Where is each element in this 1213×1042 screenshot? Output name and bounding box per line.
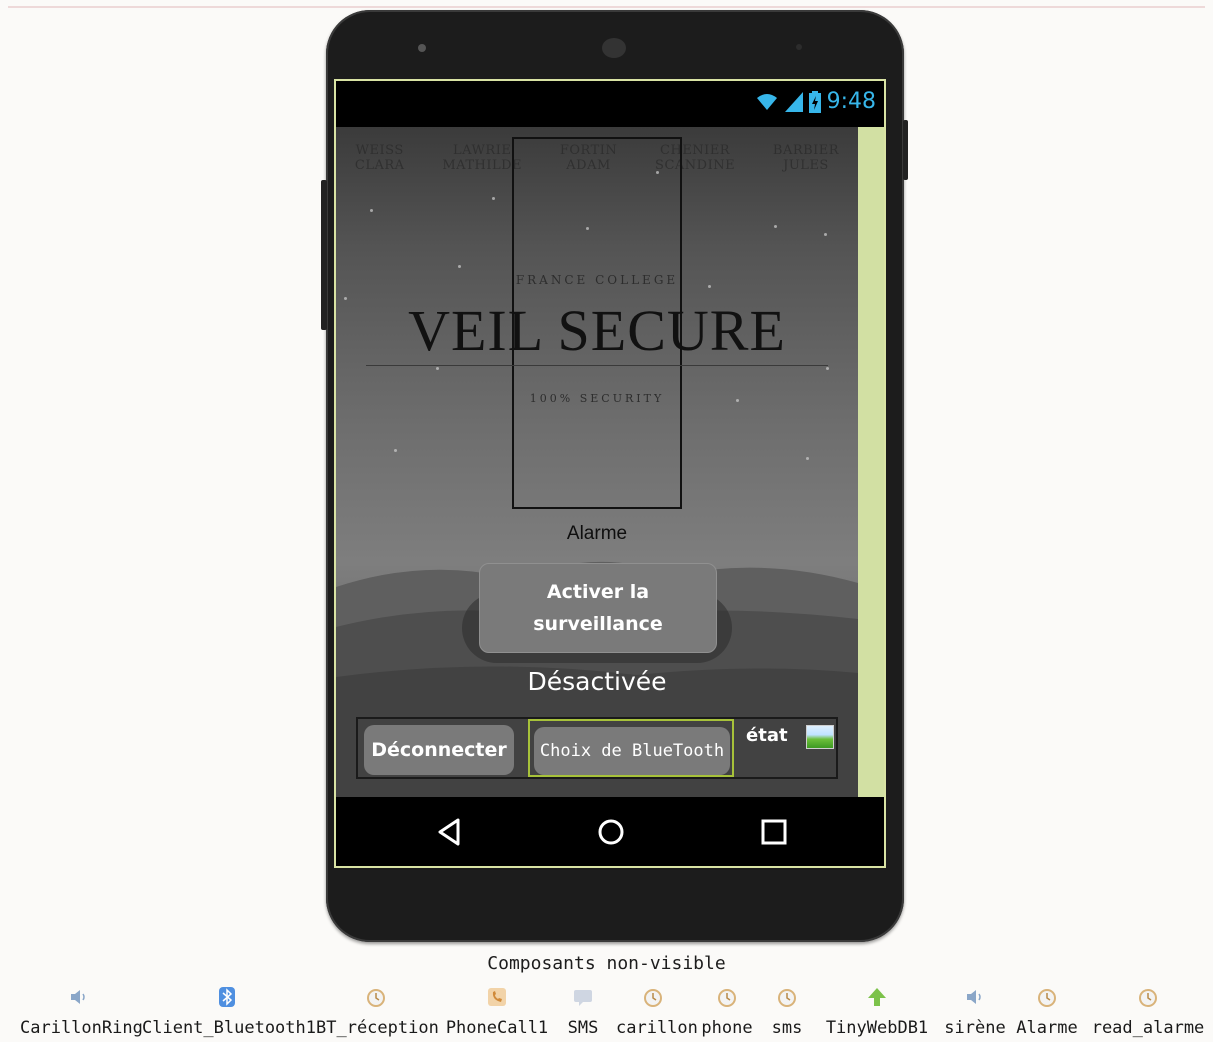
status-icons: 9:48 bbox=[755, 89, 876, 114]
navigation-bar bbox=[336, 797, 884, 866]
back-icon[interactable] bbox=[436, 817, 462, 847]
component-client-bluetooth1[interactable]: Client_Bluetooth1 bbox=[142, 986, 316, 1038]
surveillance-state-text: Désactivée bbox=[527, 667, 667, 696]
background-star bbox=[370, 209, 373, 212]
component-bt-reception[interactable]: BT_réception bbox=[316, 986, 439, 1038]
component-sirene[interactable]: sirène bbox=[944, 986, 1006, 1038]
clock-icon bbox=[718, 989, 736, 1007]
speaker-icon bbox=[967, 990, 981, 1004]
background-star bbox=[492, 197, 495, 200]
bluetooth-icon bbox=[219, 987, 235, 1007]
name-label: BARBIER JULES bbox=[772, 143, 840, 173]
signal-icon bbox=[784, 91, 803, 112]
background-star bbox=[826, 367, 829, 370]
component-carillon[interactable]: carillon bbox=[616, 986, 698, 1038]
logo-title: VEIL SECURE bbox=[408, 298, 786, 363]
app-screen: WEISS CLARA LAWRIE MATHILDE FORTIN ADAM CHE… bbox=[336, 127, 858, 797]
battery-icon bbox=[808, 90, 821, 113]
logo-tagline: 100% SECURITY bbox=[529, 392, 665, 405]
earpiece bbox=[602, 38, 626, 58]
state-image-icon bbox=[806, 725, 834, 749]
home-icon[interactable] bbox=[596, 817, 626, 847]
non-visible-components-list: CarillonRing Client_Bluetooth1 BT_récept… bbox=[20, 986, 1213, 1042]
clock-icon bbox=[367, 989, 385, 1007]
activate-surveillance-button[interactable]: Activer la surveillance bbox=[479, 563, 717, 653]
component-sms-clock[interactable]: sms bbox=[762, 986, 812, 1038]
top-divider bbox=[8, 6, 1205, 8]
name-label: WEISS CLARA bbox=[354, 143, 405, 173]
bluetooth-picker-frame: Choix de BlueTooth bbox=[528, 719, 734, 777]
clock-icon bbox=[778, 989, 796, 1007]
alarm-label: Alarme bbox=[566, 523, 628, 544]
background-star bbox=[394, 449, 397, 452]
status-time: 9:48 bbox=[826, 89, 876, 114]
background-star bbox=[458, 265, 461, 268]
component-phonecall1[interactable]: PhoneCall1 bbox=[444, 986, 550, 1038]
phone-icon bbox=[488, 988, 506, 1006]
sensor bbox=[796, 44, 802, 50]
logo-divider bbox=[366, 365, 828, 366]
component-phone[interactable]: phone bbox=[698, 986, 756, 1038]
component-sms[interactable]: SMS bbox=[558, 986, 608, 1038]
screen-scroll-strip bbox=[858, 127, 884, 797]
component-alarme[interactable]: Alarme bbox=[1012, 986, 1082, 1038]
bluetooth-row: Déconnecter Choix de BlueTooth état bbox=[356, 717, 838, 779]
disconnect-button[interactable]: Déconnecter bbox=[364, 725, 514, 775]
clock-icon bbox=[1139, 989, 1157, 1007]
front-camera bbox=[418, 44, 426, 52]
component-read-alarme[interactable]: read_alarme bbox=[1090, 986, 1206, 1038]
background-star bbox=[436, 367, 439, 370]
message-icon bbox=[574, 990, 592, 1006]
clock-icon bbox=[1038, 989, 1056, 1007]
speaker-icon bbox=[71, 990, 85, 1004]
component-tinywebdb1[interactable]: TinyWebDB1 bbox=[818, 986, 936, 1038]
power-button bbox=[903, 120, 908, 180]
state-label: état bbox=[746, 725, 788, 746]
name-label: LAWRIE MATHILDE bbox=[442, 143, 523, 173]
phone-screen: 9:48 WEISS CLARA LAWRIE MATHILDE FORTIN ADA… bbox=[334, 79, 886, 868]
bluetooth-picker-button[interactable]: Choix de BlueTooth bbox=[534, 727, 730, 775]
background-star bbox=[824, 233, 827, 236]
upload-arrow-icon bbox=[868, 988, 886, 1006]
non-visible-components-title: Composants non-visible bbox=[487, 953, 726, 974]
component-carillonring[interactable]: CarillonRing bbox=[20, 986, 143, 1038]
volume-button bbox=[321, 180, 327, 330]
recent-apps-icon[interactable] bbox=[760, 817, 788, 847]
background-star bbox=[806, 457, 809, 460]
clock-icon bbox=[644, 989, 662, 1007]
wifi-icon bbox=[756, 93, 777, 110]
background-star bbox=[774, 225, 777, 228]
logo-college: FRANCE COLLEGE bbox=[515, 273, 679, 287]
status-bar: 9:48 bbox=[336, 81, 884, 127]
